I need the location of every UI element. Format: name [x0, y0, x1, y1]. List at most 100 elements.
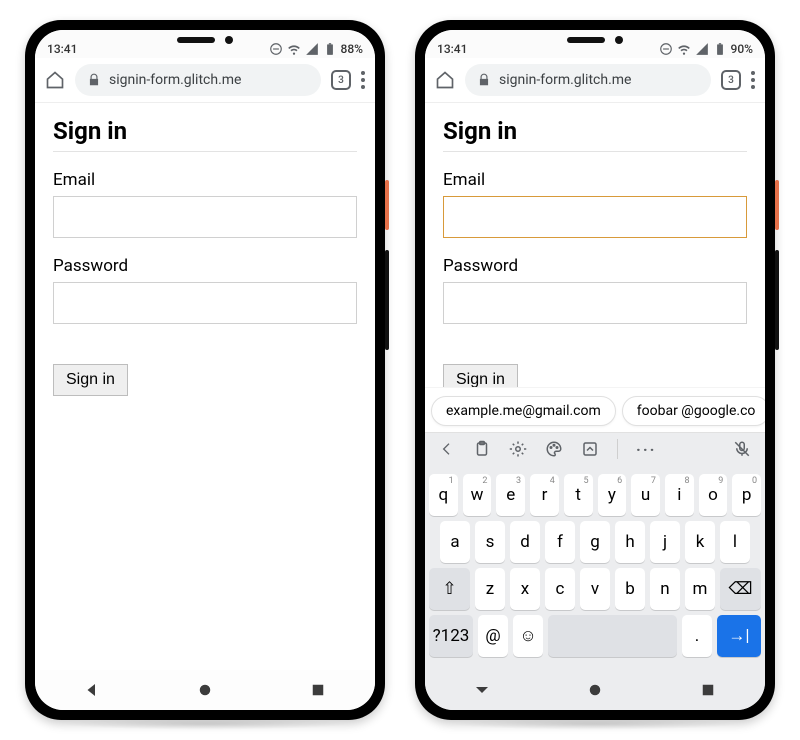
status-bar: 13:41 90% [425, 30, 765, 58]
suggestion-chip[interactable]: example.me@gmail.com [431, 396, 616, 426]
wifi-icon [677, 42, 691, 56]
tab-switcher[interactable]: 3 [721, 70, 741, 90]
key-.[interactable]: . [682, 615, 712, 657]
key-b[interactable]: b [615, 568, 645, 610]
url-text: signin-form.glitch.me [499, 72, 631, 88]
key-x[interactable]: x [510, 568, 540, 610]
key-f[interactable]: f [545, 521, 575, 563]
onscreen-keyboard: q1w2e3r4t5y6u7i8o9p0 asdfghjkl ⇧zxcvbnm⌫… [425, 465, 765, 670]
key-e[interactable]: e3 [496, 474, 525, 516]
key-c[interactable]: c [545, 568, 575, 610]
home-icon[interactable] [45, 70, 65, 90]
keyboard-toolbar: ··· [425, 432, 765, 465]
sensor-cluster [567, 36, 623, 44]
key-r[interactable]: r4 [530, 474, 559, 516]
password-label: Password [443, 256, 747, 276]
key-z[interactable]: z [475, 568, 505, 610]
screen: 13:41 90% signin-form.glitch.me 3 Sign i… [425, 30, 765, 710]
power-button [385, 180, 389, 230]
keyboard-hide-icon[interactable] [473, 681, 491, 699]
mic-off-icon[interactable] [733, 440, 751, 458]
key-space[interactable] [548, 615, 677, 657]
suggestion-chip[interactable]: foobar @google.co [622, 396, 765, 426]
collapse-icon[interactable] [581, 440, 599, 458]
wifi-icon [287, 42, 301, 56]
key-k[interactable]: k [685, 521, 715, 563]
email-label: Email [443, 170, 747, 190]
password-field-group: Password [443, 256, 747, 324]
key-w[interactable]: w2 [463, 474, 492, 516]
key-g[interactable]: g [580, 521, 610, 563]
key-y[interactable]: y6 [598, 474, 627, 516]
url-text: signin-form.glitch.me [109, 72, 241, 88]
home-icon[interactable] [435, 70, 455, 90]
home-nav-icon[interactable] [196, 681, 214, 699]
page-title: Sign in [53, 117, 357, 152]
email-input[interactable] [53, 196, 357, 238]
key-@[interactable]: @ [478, 615, 508, 657]
dnd-icon [269, 42, 283, 56]
status-bar: 13:41 88% [35, 30, 375, 58]
chevron-left-icon[interactable] [439, 441, 455, 457]
key-m[interactable]: m [685, 568, 715, 610]
key-⌫[interactable]: ⌫ [720, 568, 761, 610]
clipboard-icon[interactable] [473, 440, 491, 458]
key-d[interactable]: d [510, 521, 540, 563]
palette-icon[interactable] [545, 440, 563, 458]
password-field-group: Password [53, 256, 357, 324]
volume-button [385, 250, 389, 350]
browser-toolbar: signin-form.glitch.me 3 [425, 58, 765, 103]
password-label: Password [53, 256, 357, 276]
menu-icon[interactable] [361, 71, 365, 89]
back-icon[interactable] [83, 681, 101, 699]
key-q[interactable]: q1 [429, 474, 458, 516]
status-time: 13:41 [437, 42, 467, 56]
email-field-group: Email [443, 170, 747, 238]
signal-icon [695, 42, 709, 56]
key-l[interactable]: l [720, 521, 750, 563]
recents-icon[interactable] [309, 681, 327, 699]
key-u[interactable]: u7 [631, 474, 660, 516]
key-o[interactable]: o9 [699, 474, 728, 516]
more-icon[interactable]: ··· [636, 440, 656, 459]
key-i[interactable]: i8 [665, 474, 694, 516]
tab-switcher[interactable]: 3 [331, 70, 351, 90]
power-button [775, 180, 779, 230]
lock-icon [87, 73, 101, 87]
recents-icon[interactable] [699, 681, 717, 699]
browser-toolbar: signin-form.glitch.me 3 [35, 58, 375, 103]
password-input[interactable] [53, 282, 357, 324]
android-navbar [425, 670, 765, 710]
key-v[interactable]: v [580, 568, 610, 610]
key-n[interactable]: n [650, 568, 680, 610]
key-⇧[interactable]: ⇧ [429, 568, 470, 610]
key-j[interactable]: j [650, 521, 680, 563]
sensor-cluster [177, 36, 233, 44]
url-bar[interactable]: signin-form.glitch.me [75, 64, 321, 96]
email-input[interactable] [443, 196, 747, 238]
password-input[interactable] [443, 282, 747, 324]
divider [617, 439, 618, 459]
key-mod[interactable]: ?123 [429, 615, 473, 657]
home-nav-icon[interactable] [586, 681, 604, 699]
url-bar[interactable]: signin-form.glitch.me [465, 64, 711, 96]
screen: 13:41 88% signin-form.glitch.me 3 Sign i… [35, 30, 375, 710]
key-h[interactable]: h [615, 521, 645, 563]
menu-icon[interactable] [751, 71, 755, 89]
status-right: 88% [269, 42, 363, 56]
key-a[interactable]: a [440, 521, 470, 563]
dnd-icon [659, 42, 673, 56]
key-t[interactable]: t5 [564, 474, 593, 516]
battery-percent: 90% [731, 42, 753, 56]
status-right: 90% [659, 42, 753, 56]
android-navbar [35, 670, 375, 710]
email-label: Email [53, 170, 357, 190]
key-p[interactable]: p0 [732, 474, 761, 516]
key-☺[interactable]: ☺ [513, 615, 543, 657]
key-enter[interactable]: →| [717, 615, 761, 657]
gear-icon[interactable] [509, 440, 527, 458]
volume-button [775, 250, 779, 350]
page-content: Sign in Email Password Sign in [35, 103, 375, 670]
signin-button[interactable]: Sign in [53, 364, 128, 396]
key-s[interactable]: s [475, 521, 505, 563]
